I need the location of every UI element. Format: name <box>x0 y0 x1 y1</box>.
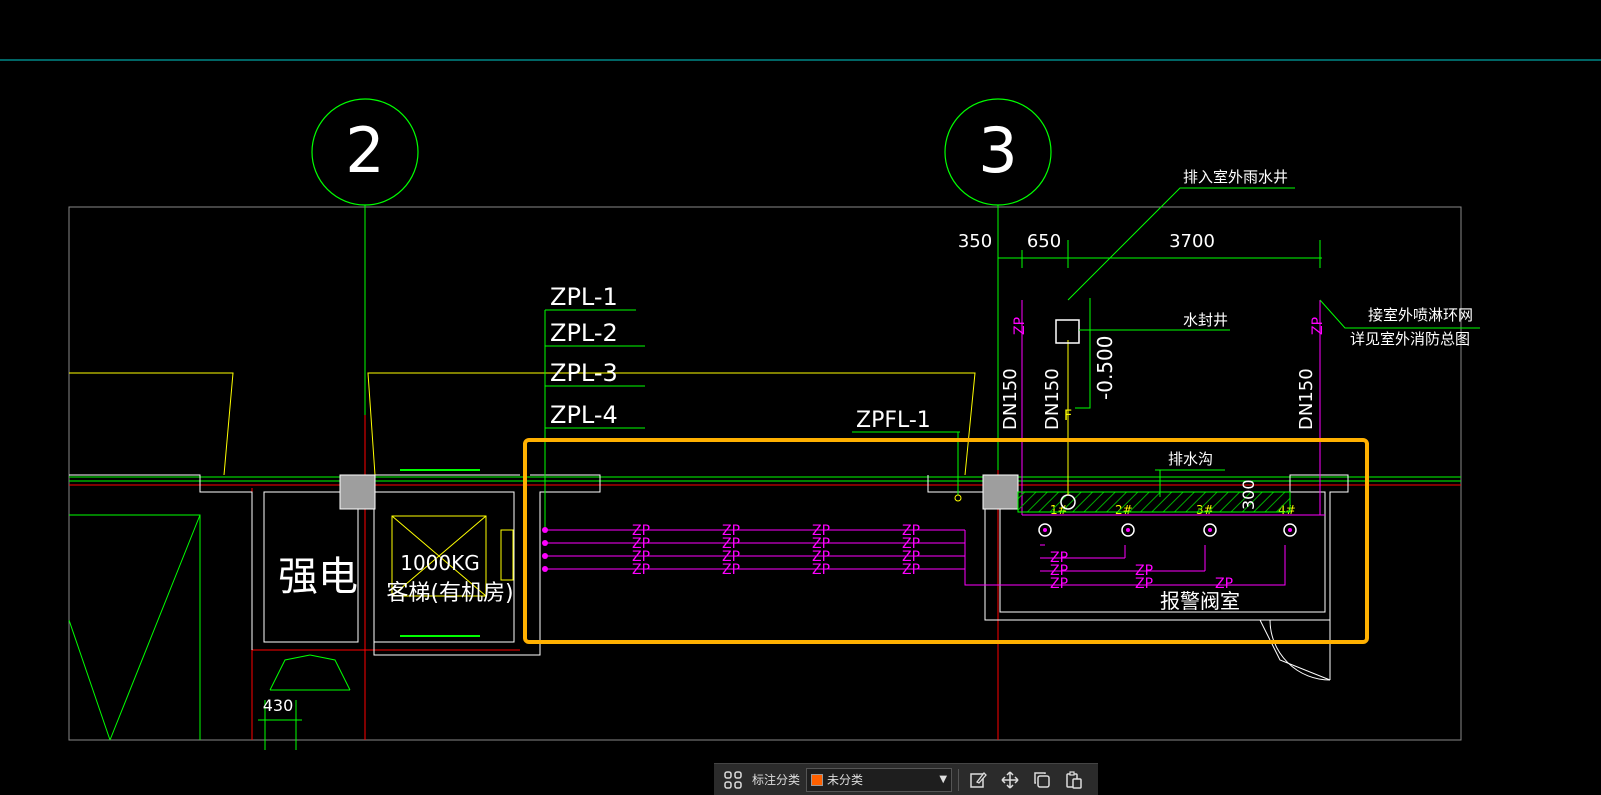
pipe-tag-zpl-2: ZPL-2 <box>550 319 618 347</box>
label-outdoor-network: 接室外喷淋环网 <box>1368 306 1473 324</box>
elevation-marker <box>1075 298 1091 409</box>
category-label: 标注分类 <box>752 773 801 787</box>
pipe-tag-zpl-4: ZPL-4 <box>550 401 618 429</box>
column-axis-2 <box>339 474 376 510</box>
pipe-f-tag: F <box>1064 408 1072 424</box>
zp-label: ZP <box>902 562 920 578</box>
water-seal-well-symbol <box>1055 319 1080 344</box>
pipe-zp-vertical-1: ZP <box>1012 317 1028 335</box>
category-color-swatch <box>811 773 824 786</box>
pipe-tag-zpfl-1: ZPFL-1 <box>856 408 931 433</box>
drawing-frame <box>68 206 1462 741</box>
chevron-down-icon: ▼ <box>939 774 948 785</box>
pipe-start-nodes <box>542 527 548 572</box>
label-drain-trench: 排水沟 <box>1168 450 1213 468</box>
yellow-outline-left <box>69 372 234 476</box>
pipe-tag-zpl-3: ZPL-3 <box>550 359 618 387</box>
category-dropdown[interactable]: 未分类 ▼ <box>806 767 953 792</box>
elevator-capacity-label: 1000KG <box>400 551 480 575</box>
annotation-toolbar: 标注分类 未分类 ▼ <box>714 763 1098 795</box>
sprinkler-pipes <box>545 300 1325 586</box>
move-icon[interactable] <box>997 767 1023 793</box>
alarm-valves <box>1038 523 1297 537</box>
axis-label-3: 3 <box>978 114 1017 187</box>
pipe-zp-vertical-2: ZP <box>1310 317 1326 335</box>
label-water-seal-well: 水封井 <box>1183 311 1228 329</box>
left-room-lines <box>68 514 351 750</box>
label-drain-rain-well: 排入室外雨水井 <box>1183 168 1288 186</box>
pipe-size-dn150-2: DN150 <box>1042 368 1063 430</box>
zp-label: ZP <box>812 562 830 578</box>
grid-axis-3[interactable]: 3 <box>944 98 1052 470</box>
dimension-300: 300 <box>1239 479 1258 510</box>
pipe-tag-zpl-1: ZPL-1 <box>550 283 618 311</box>
pipe-size-dn150-3: DN150 <box>1296 368 1317 430</box>
dimension-350: 350 <box>958 231 992 252</box>
paste-icon[interactable] <box>1061 767 1087 793</box>
room-label-strong-power: 强电 <box>278 554 358 600</box>
room-label-alarm-valve: 报警阀室 <box>1160 589 1240 613</box>
zp-label: ZP <box>1135 576 1153 592</box>
category-value: 未分类 <box>827 773 864 787</box>
zpfl-riser <box>954 494 962 502</box>
grid-icon[interactable] <box>720 767 746 793</box>
dimension-3700: 3700 <box>1169 231 1215 252</box>
pipe-size-dn150-1: DN150 <box>1000 368 1021 430</box>
dimension-430: 430 <box>263 696 294 715</box>
zp-label: ZP <box>1215 576 1233 592</box>
zp-label: ZP <box>632 562 650 578</box>
copy-icon[interactable] <box>1029 767 1055 793</box>
cad-drawing-canvas[interactable]: 2 3 强电 1000KG 客梯(有机房) 报警阀室 430 ZPL-1 ZPL… <box>0 0 1601 795</box>
edit-icon[interactable] <box>965 767 991 793</box>
elevator-type-label: 客梯(有机房) <box>386 581 513 606</box>
zp-pipe-labels: ZPZPZPZPZPZPZPZPZPZPZPZPZPZPZPZPZPZPZPZP… <box>632 523 1233 592</box>
column-axis-3 <box>982 474 1019 510</box>
axis-label-2: 2 <box>345 114 384 187</box>
label-see-fire-plan: 详见室外消防总图 <box>1350 330 1470 348</box>
dimension-650: 650 <box>1027 231 1061 252</box>
zp-label: ZP <box>1050 576 1068 592</box>
zp-label: ZP <box>722 562 740 578</box>
toolbar-separator <box>958 768 960 791</box>
grid-axis-2[interactable]: 2 <box>311 98 419 420</box>
elevation-value: -0.500 <box>1093 336 1117 400</box>
